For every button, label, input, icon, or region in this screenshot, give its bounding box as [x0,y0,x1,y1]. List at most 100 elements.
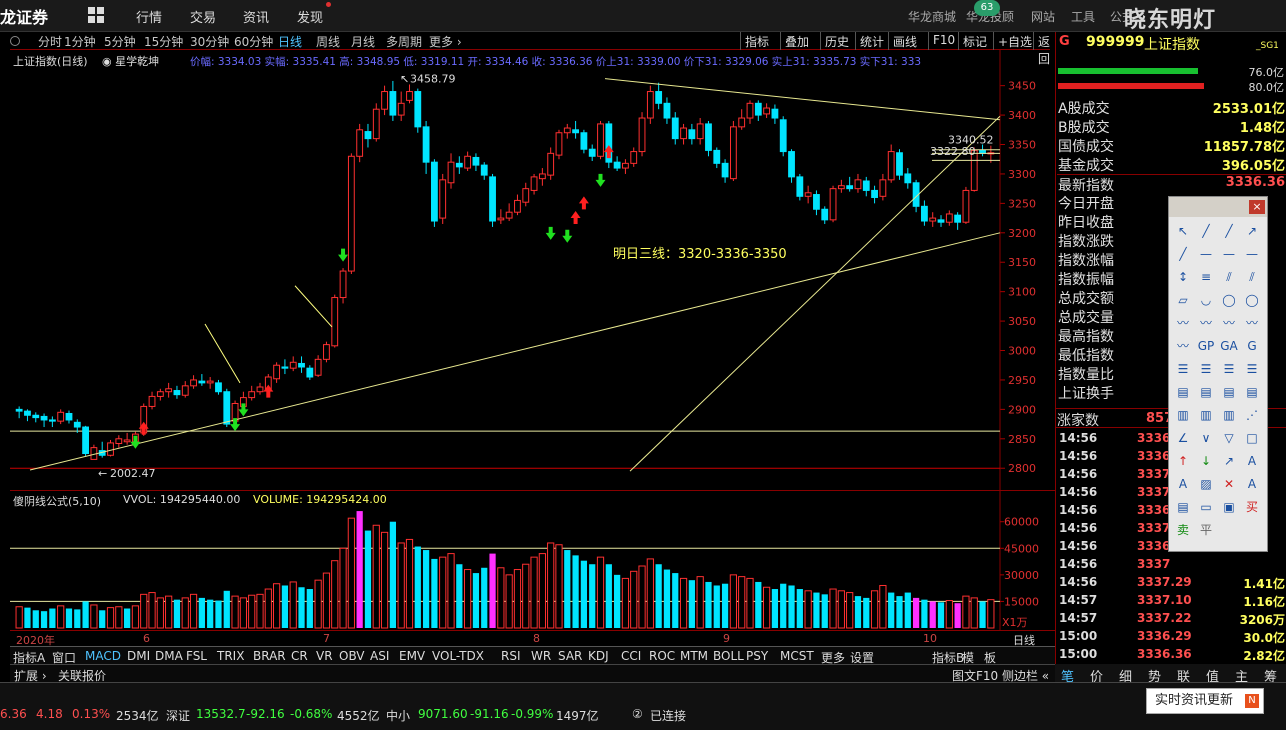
image-icon[interactable]: ▣ [1219,497,1239,517]
indicator-tab-17[interactable]: KDJ [588,649,609,663]
fib-icon[interactable]: ☰ [1173,359,1193,379]
circle-icon[interactable]: ◯ [1219,290,1239,310]
vline-icon[interactable]: ↕ [1173,267,1193,287]
toolbar-button-0[interactable]: 指标 [740,32,773,50]
gann-icon[interactable]: ▤ [1196,382,1216,402]
toolbar-button-2[interactable]: 历史 [820,32,853,50]
period-tab-6[interactable]: 日线 [278,33,302,50]
line-icon[interactable]: ╱ [1196,221,1216,241]
wave-icon[interactable]: 〰 [1196,313,1216,333]
apps-grid-icon[interactable] [88,7,104,23]
cursor-icon[interactable]: ↖ [1173,221,1193,241]
channel-icon[interactable]: ▱ [1173,290,1193,310]
sell-icon[interactable]: 卖 [1173,520,1193,540]
toggle-icon[interactable] [10,36,20,46]
indicator-tab-16[interactable]: SAR [558,649,582,663]
toolbar-button-5[interactable]: F10 [928,32,959,50]
toolbar-button-4[interactable]: 画线 [888,32,921,50]
period-tab-1[interactable]: 1分钟 [64,33,96,50]
rect-icon[interactable]: □ [1242,428,1262,448]
ruler-icon[interactable]: ▭ [1196,497,1216,517]
indicator-tab-8[interactable]: CR [291,649,308,663]
period-tab-3[interactable]: 15分钟 [144,33,183,50]
bars-icon[interactable]: ▥ [1219,405,1239,425]
fan-icon[interactable]: ⋰ [1242,405,1262,425]
bars-icon[interactable]: ▥ [1196,405,1216,425]
indicator-tab-12[interactable]: EMV [399,649,425,663]
down-icon[interactable]: ∨ [1196,428,1216,448]
arrow-icon[interactable]: ↗ [1219,451,1239,471]
indicator-tab-6[interactable]: TRIX [217,649,244,663]
g-icon[interactable]: G [1242,336,1262,356]
parallel-icon[interactable]: ⫽ [1219,267,1239,287]
indicator-tab-18[interactable]: CCI [621,649,641,663]
indicator-tab-13[interactable]: VOL-TDX [432,649,484,663]
indicator-tab-5[interactable]: FSL [186,649,207,663]
indicator-tab-23[interactable]: MCST [780,649,814,663]
menu-market[interactable]: 行情 [136,7,162,26]
segment-icon[interactable]: — [1196,244,1216,264]
indicator-tab-21[interactable]: BOLL [713,649,744,663]
text-icon[interactable]: A [1242,451,1262,471]
line-icon[interactable]: ╱ [1173,244,1193,264]
indicator-tab-2[interactable]: MACD [85,649,121,663]
wave-icon[interactable]: 〰 [1173,313,1193,333]
ga-icon[interactable]: GA [1219,336,1239,356]
notification-badge[interactable]: 63 [974,0,1000,16]
candlestick-chart[interactable]: 上证指数(日线) ◉ 星学乾坤 价幅: 3334.03 实幅: 3335.41 … [10,50,1055,490]
toolbar-button-3[interactable]: 统计 [855,32,888,50]
indicator-tab-4[interactable]: DMA [155,649,183,663]
fib-icon[interactable]: ☰ [1242,359,1262,379]
wave-icon[interactable]: 〰 [1219,313,1239,333]
delete-icon[interactable]: ✕ [1219,474,1239,494]
menu-news[interactable]: 资讯 [243,7,269,26]
news-update-button[interactable]: 实时资讯更新 N [1146,688,1264,714]
triangle-icon[interactable]: ▽ [1219,428,1239,448]
gann-icon[interactable]: ▤ [1242,382,1262,402]
parallel-icon[interactable]: ⫽ [1242,267,1262,287]
period-tab-8[interactable]: 月线 [351,33,375,50]
indicator-tab-3[interactable]: DMI [127,649,150,663]
indicator-tab-10[interactable]: OBV [339,649,365,663]
menu-trade[interactable]: 交易 [190,7,216,26]
angle-icon[interactable]: ∠ [1173,428,1193,448]
toolbar-button-1[interactable]: 叠加 [780,32,813,50]
gp-icon[interactable]: GP [1196,336,1216,356]
period-tab-0[interactable]: 分时 [38,33,62,50]
period-tab-4[interactable]: 30分钟 [190,33,229,50]
bars-icon[interactable]: ▥ [1173,405,1193,425]
indicator-tab-11[interactable]: ASI [370,649,389,663]
wave-icon[interactable]: 〰 [1173,336,1193,356]
period-tab-10[interactable]: 更多 › [429,33,462,50]
indicator-tab-15[interactable]: WR [531,649,551,663]
indicator-tab-20[interactable]: MTM [680,649,708,663]
fib-icon[interactable]: ☰ [1219,359,1239,379]
volume-chart[interactable]: 傻阴线公式(5,10) VVOL: 194295440.00 VOLUME: 1… [10,490,1055,630]
menu-mall[interactable]: 华龙商城 [908,8,956,25]
period-tab-5[interactable]: 60分钟 [234,33,273,50]
flat-icon[interactable]: 平 [1196,520,1216,540]
close-icon[interactable]: × [1249,200,1265,214]
text-icon[interactable]: A [1242,474,1262,494]
segment-icon[interactable]: — [1219,244,1239,264]
gann-icon[interactable]: ▤ [1173,382,1193,402]
down-arrow-icon[interactable]: ↓ [1196,451,1216,471]
toolbar-button-6[interactable]: 标记 [958,32,991,50]
menu-discover[interactable]: 发现 [297,7,323,26]
fib-icon[interactable]: ☰ [1196,359,1216,379]
up-arrow-icon[interactable]: ↑ [1173,451,1193,471]
toolbar-button-8[interactable]: 返回 [1033,32,1054,66]
toolbar-button-7[interactable]: +自选 [993,32,1036,50]
buy-icon[interactable]: 买 [1242,497,1262,517]
note-icon[interactable]: ▤ [1173,497,1193,517]
indicator-tab-22[interactable]: PSY [746,649,768,663]
arc-icon[interactable]: ◡ [1196,290,1216,310]
line-icon[interactable]: ╱ [1219,221,1239,241]
drawing-tools-palette[interactable]: × ↖ ╱ ╱ ↗ ╱ — — — ↕ ≡ ⫽ ⫽ ▱ ◡ ◯ ◯ 〰〰〰〰〰 GP GA G ☰ ☰ ☰ ☰ ▤ ▤ ▤ ▤ ▥ ▥ ▥ ⋰… [1168,196,1268,552]
ray-icon[interactable]: ↗ [1242,221,1262,241]
menu-website[interactable]: 网站 [1031,8,1055,25]
period-tab-9[interactable]: 多周期 [386,33,422,50]
segment-icon[interactable]: — [1242,244,1262,264]
block-icon[interactable]: ▨ [1196,474,1216,494]
indicator-tab-19[interactable]: ROC [649,649,675,663]
